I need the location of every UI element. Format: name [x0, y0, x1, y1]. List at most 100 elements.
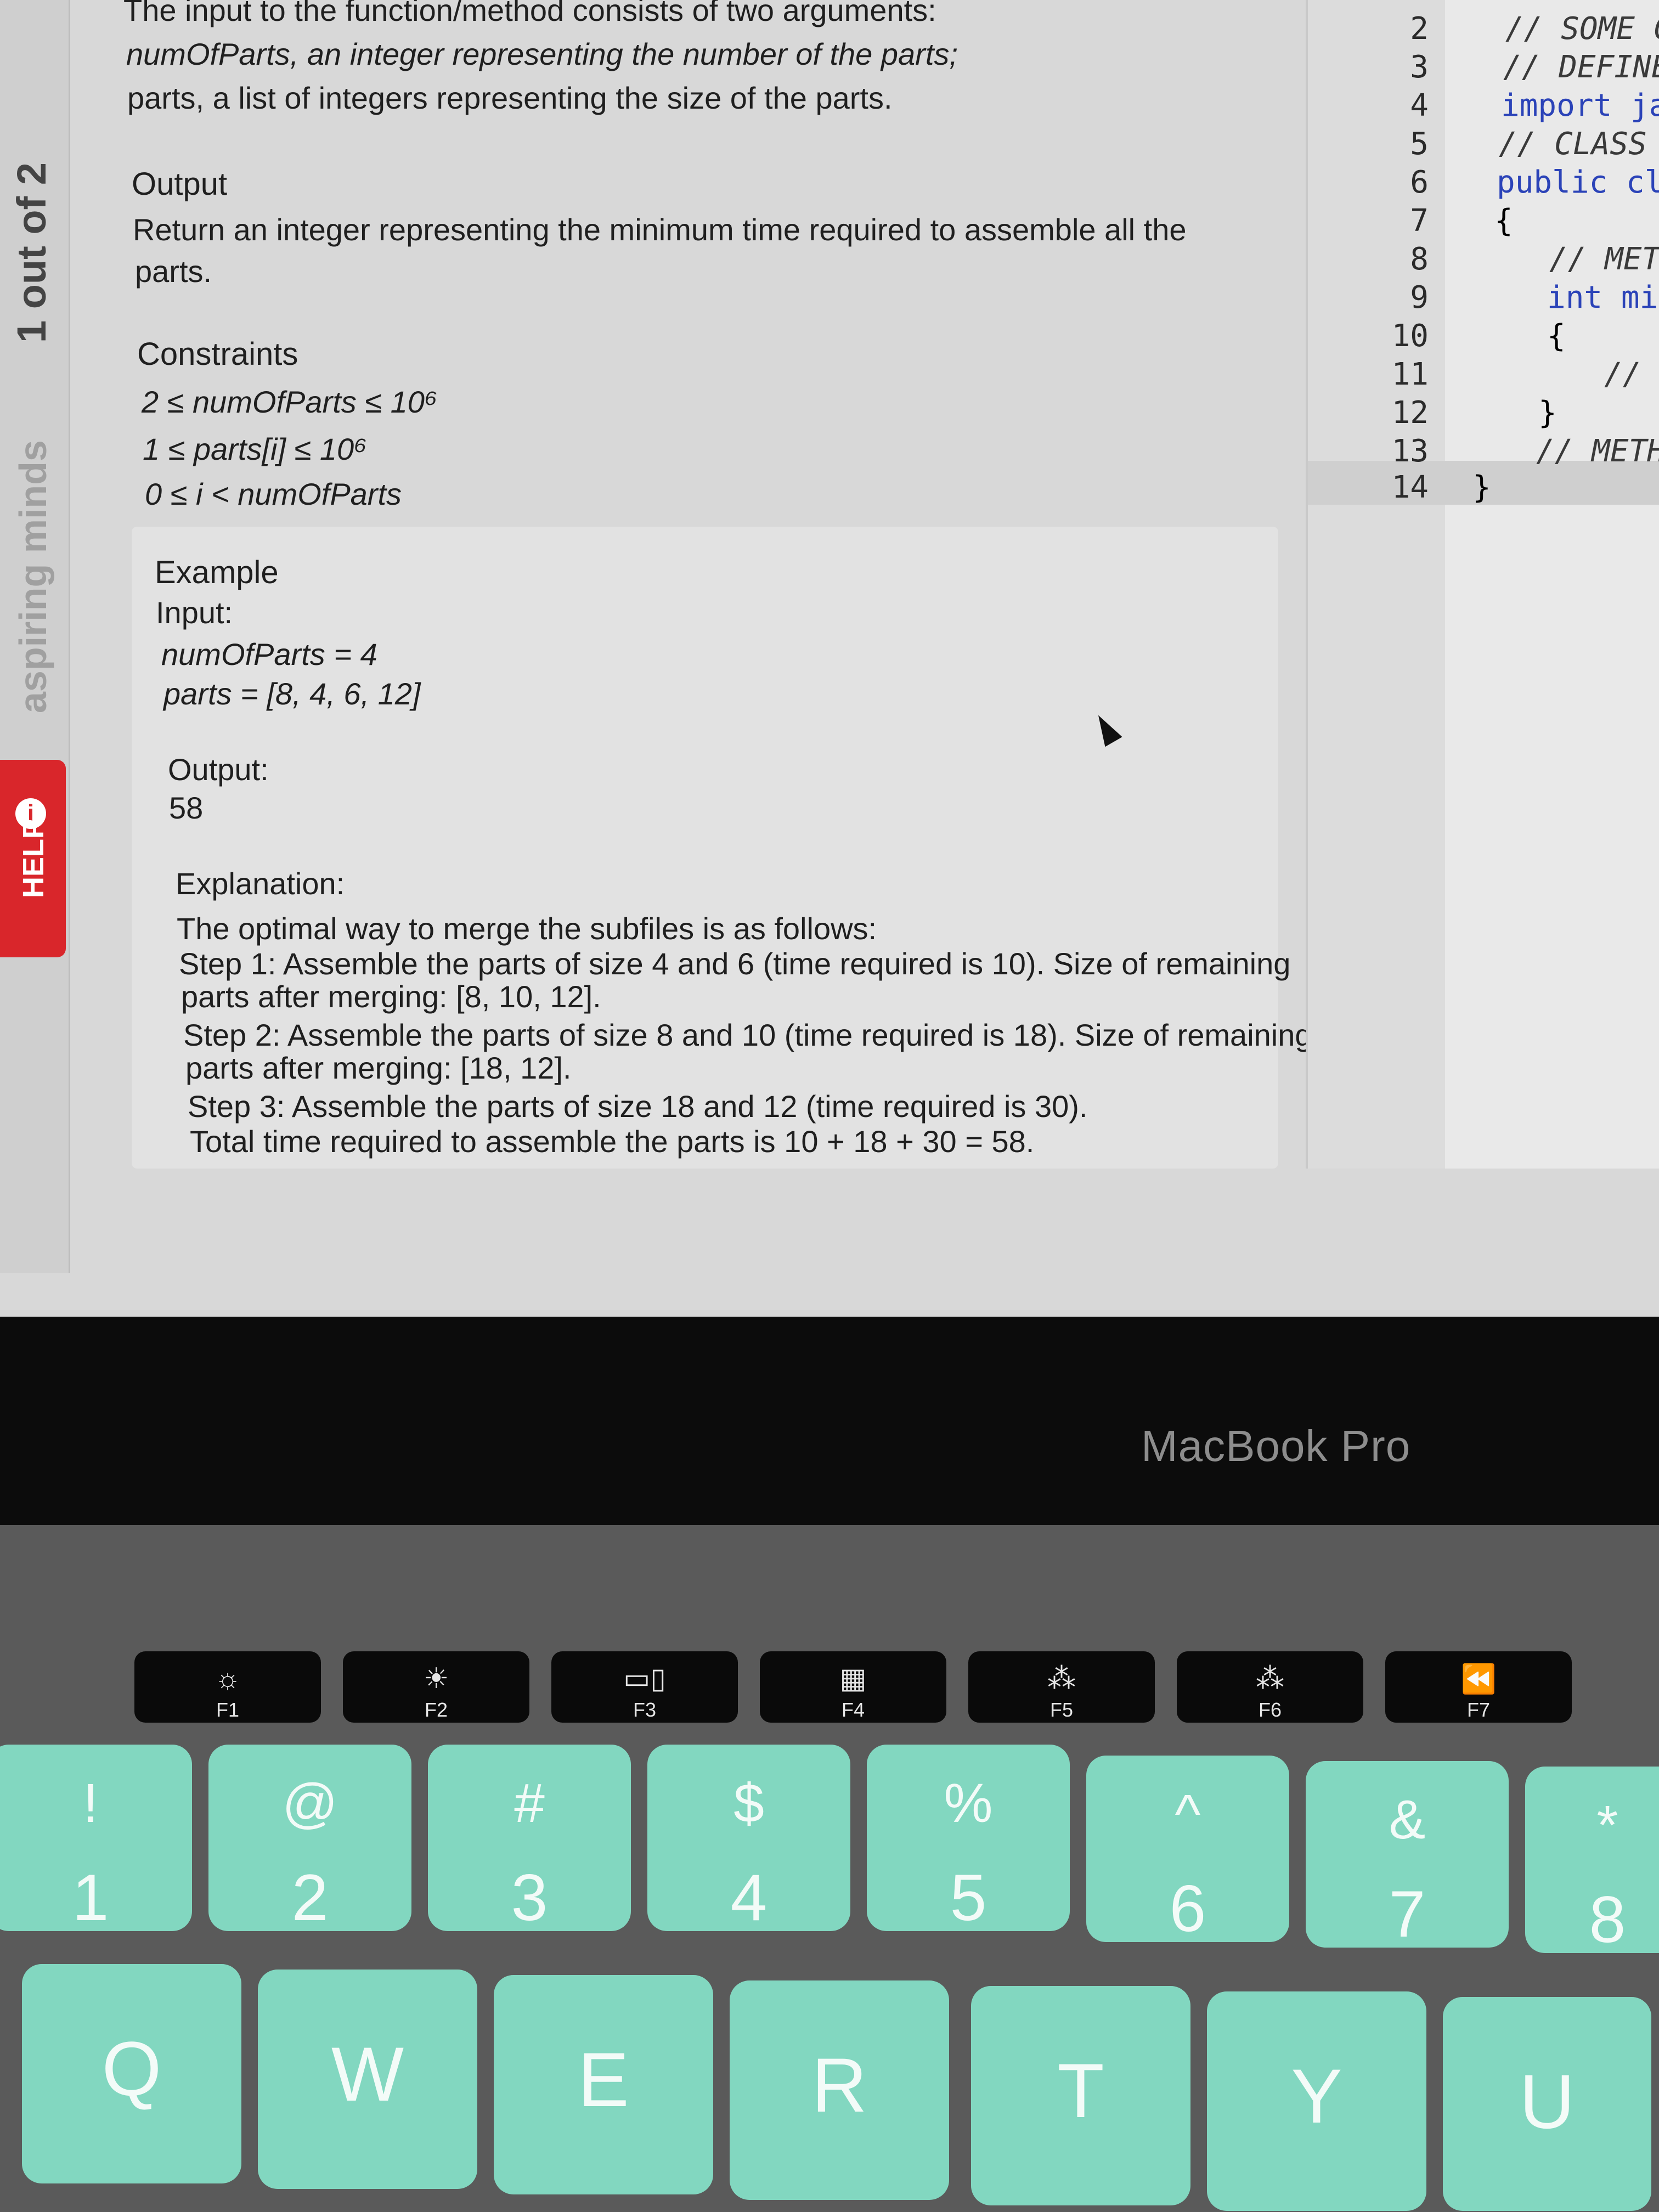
key-digit: 1: [72, 1861, 109, 1934]
problem-statement: The input to the function/method consist…: [104, 0, 1312, 1207]
key-shift-symbol: &: [1389, 1789, 1426, 1850]
key-3[interactable]: # 3: [428, 1745, 631, 1934]
key-shift-symbol: *: [1596, 1795, 1618, 1856]
code-line[interactable]: }: [1538, 395, 1557, 431]
f3-key[interactable]: ▭▯ F3: [551, 1651, 738, 1723]
explanation-line: Step 2: Assemble the parts of size 8 and…: [183, 1018, 1312, 1052]
key-label: F3: [633, 1699, 656, 1721]
key-label: F5: [1049, 1699, 1073, 1721]
key-letter: E: [578, 2036, 629, 2123]
example-input-line: parts = [8, 4, 6, 12]: [163, 676, 421, 711]
help-button[interactable]: i HELP: [0, 760, 66, 957]
explanation-line: Step 3: Assemble the parts of size 18 an…: [188, 1089, 1088, 1124]
line-number: 5: [1410, 126, 1429, 162]
output-line: parts.: [135, 254, 212, 289]
explanation-line: parts after merging: [8, 10, 12].: [181, 979, 601, 1014]
input-line: parts, a list of integers representing t…: [127, 81, 893, 115]
code-line[interactable]: // METH: [1549, 241, 1659, 277]
example-output-value: 58: [169, 791, 204, 825]
code-editor[interactable]: 2 // SOME CL 3 // DEFINE 4 import jav 5 …: [1306, 0, 1659, 1169]
key-r[interactable]: R: [730, 1980, 949, 2200]
explanation-line: Step 1: Assemble the parts of size 4 and…: [179, 946, 1291, 981]
key-6[interactable]: ^ 6: [1086, 1756, 1289, 1945]
key-digit: 6: [1169, 1872, 1206, 1945]
constraints-heading: Constraints: [137, 336, 298, 372]
code-line[interactable]: // CLASS B: [1499, 126, 1659, 162]
code-line[interactable]: import jav: [1501, 88, 1659, 123]
key-label: F1: [216, 1699, 239, 1721]
key-u[interactable]: U: [1443, 1997, 1651, 2211]
key-4[interactable]: $ 4: [647, 1745, 850, 1934]
key-y[interactable]: Y: [1207, 1991, 1426, 2211]
f5-key[interactable]: ⁂ F5: [968, 1651, 1155, 1723]
key-e[interactable]: E: [494, 1975, 713, 2194]
code-line[interactable]: // METHO: [1536, 433, 1659, 469]
line-number: 13: [1391, 433, 1429, 469]
line-number: 9: [1410, 280, 1429, 315]
f4-key[interactable]: ▦ F4: [760, 1651, 946, 1723]
key-t[interactable]: T: [971, 1986, 1190, 2205]
line-number: 3: [1410, 49, 1429, 85]
code-line[interactable]: {: [1494, 203, 1513, 239]
line-number: 11: [1391, 357, 1429, 392]
key-letter: W: [331, 2031, 404, 2117]
key-digit: 2: [291, 1861, 329, 1934]
key-5[interactable]: % 5: [867, 1745, 1070, 1934]
code-line[interactable]: {: [1547, 318, 1566, 354]
key-digit: 7: [1389, 1877, 1426, 1951]
code-line[interactable]: // SOME CL: [1505, 11, 1659, 47]
f7-key[interactable]: ⏪ F7: [1385, 1651, 1572, 1723]
f1-key[interactable]: ☼ F1: [134, 1651, 321, 1723]
keyboard-light-down-icon: ⁂: [1047, 1663, 1076, 1695]
rewind-icon: ⏪: [1460, 1663, 1497, 1695]
code-line[interactable]: public cla: [1497, 165, 1659, 200]
explanation-label: Explanation:: [176, 866, 345, 901]
key-letter: T: [1057, 2047, 1104, 2134]
brightness-down-icon: ☼: [215, 1663, 241, 1695]
code-line[interactable]: // DEFINE: [1503, 49, 1659, 85]
line-number: 12: [1391, 395, 1429, 431]
key-label: F4: [841, 1699, 865, 1721]
key-letter: R: [811, 2042, 867, 2128]
input-line: The input to the function/method consist…: [123, 0, 936, 27]
line-number: 14: [1391, 470, 1429, 505]
example-heading: Example: [155, 555, 279, 590]
input-line: numOfParts, an integer representing the …: [126, 37, 958, 71]
line-number: 2: [1410, 11, 1429, 47]
output-line: Return an integer representing the minim…: [133, 212, 1187, 247]
explanation-line: The optimal way to merge the subfiles is…: [177, 911, 877, 946]
line-number: 7: [1410, 203, 1429, 239]
code-line[interactable]: }: [1472, 470, 1491, 505]
key-2[interactable]: @ 2: [208, 1745, 411, 1934]
key-label: F6: [1258, 1699, 1282, 1721]
code-line[interactable]: int min: [1547, 280, 1659, 315]
key-w[interactable]: W: [258, 1970, 477, 2189]
key-letter: Q: [101, 2025, 162, 2112]
laptop-brand-label: MacBook Pro: [1141, 1421, 1411, 1470]
key-shift-symbol: #: [514, 1773, 545, 1834]
laptop-screen: 1 out of 2 aspiring minds i HELP The inp…: [0, 0, 1659, 1317]
key-label: F7: [1466, 1699, 1490, 1721]
example-output-label: Output:: [168, 752, 269, 787]
key-q[interactable]: Q: [22, 1964, 241, 2183]
help-label: HELP: [17, 819, 50, 899]
key-shift-symbol: !: [83, 1773, 98, 1834]
constraint-line: 1 ≤ parts[i] ≤ 10⁶: [143, 432, 367, 466]
key-digit: 5: [950, 1861, 987, 1934]
line-number: 4: [1410, 88, 1429, 123]
left-sidebar: 1 out of 2 aspiring minds i HELP: [0, 0, 70, 1273]
question-counter: 1 out of 2: [9, 162, 54, 343]
key-letter: U: [1519, 2058, 1575, 2145]
key-shift-symbol: $: [733, 1773, 764, 1834]
mission-control-icon: ▭▯: [623, 1663, 666, 1695]
key-8[interactable]: * 8: [1525, 1767, 1659, 1956]
key-shift-symbol: ^: [1175, 1784, 1201, 1845]
output-heading: Output: [132, 166, 228, 202]
key-1[interactable]: ! 1: [0, 1745, 192, 1934]
f6-key[interactable]: ⁂ F6: [1177, 1651, 1363, 1723]
code-line[interactable]: // I: [1604, 357, 1659, 392]
key-digit: 8: [1589, 1883, 1626, 1956]
key-7[interactable]: & 7: [1306, 1761, 1509, 1951]
f2-key[interactable]: ☀ F2: [343, 1651, 529, 1723]
explanation-line: Total time required to assemble the part…: [190, 1124, 1035, 1159]
